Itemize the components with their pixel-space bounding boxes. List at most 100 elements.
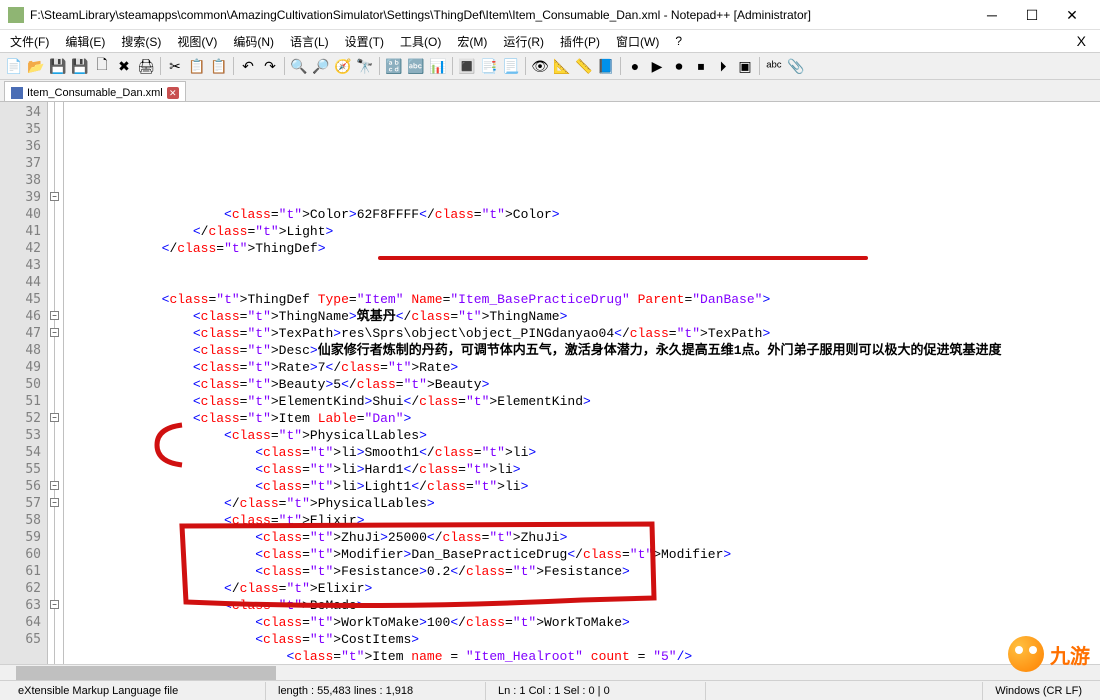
toolbar-button[interactable]: ● [625,56,645,76]
toolbar-button[interactable]: ⏵ [713,56,733,76]
fold-toggle[interactable]: − [50,311,59,320]
code-line[interactable]: <class="t">li>Light1</class="t">li> [68,478,1100,495]
code-line[interactable]: <class="t">Color>62F8FFFF</class="t">Col… [68,206,1100,223]
toolbar-button[interactable]: 📐 [552,56,572,76]
menu-window[interactable]: 窗口(W) [610,31,665,52]
tab-close-icon[interactable]: ✕ [167,87,179,99]
toolbar-button[interactable]: 📂 [26,56,46,76]
toolbar-button[interactable]: 🧭 [333,56,353,76]
toolbar: 📄📂💾💾🗋✖🖨✂📋📋↶↷🔍🔎🧭🔭🔡🔤📊🔳📑📃👁📐📏📘●▶⏺⏹⏵▣ᵃᵇᶜ📎 [0,52,1100,80]
toolbar-button[interactable]: 📋 [187,56,207,76]
code-line[interactable]: <class="t">Beauty>5</class="t">Beauty> [68,376,1100,393]
fold-toggle[interactable]: − [50,481,59,490]
code-line[interactable]: <class="t">TexPath>res\Sprs\object\objec… [68,325,1100,342]
menu-view[interactable]: 视图(V) [171,31,223,52]
titlebar: F:\SteamLibrary\steamapps\common\Amazing… [0,0,1100,30]
close-button[interactable]: ✕ [1052,4,1092,26]
toolbar-button[interactable]: 📊 [428,56,448,76]
toolbar-button[interactable]: 🔎 [311,56,331,76]
code-line[interactable]: <class="t">Elixir> [68,512,1100,529]
menu-settings[interactable]: 设置(T) [339,31,390,52]
code-line[interactable]: <class="t">PhysicalLables> [68,427,1100,444]
code-line[interactable]: <class="t">ThingDef Type="Item" Name="It… [68,291,1100,308]
toolbar-button[interactable]: 🖨 [136,56,156,76]
logo-text: 九游 [1050,640,1090,669]
watermark-logo: 九游 [1008,636,1090,672]
code-line[interactable] [68,274,1100,291]
toolbar-button[interactable]: 🔳 [457,56,477,76]
menu-run[interactable]: 运行(R) [497,31,550,52]
toolbar-button[interactable]: ✖ [114,56,134,76]
code-line[interactable] [68,257,1100,274]
status-filetype: eXtensible Markup Language file [6,682,266,700]
menu-language[interactable]: 语言(L) [284,31,335,52]
fold-toggle[interactable]: − [50,498,59,507]
toolbar-button[interactable]: 🔤 [406,56,426,76]
toolbar-button[interactable]: ✂ [165,56,185,76]
toolbar-button[interactable]: 📋 [209,56,229,76]
mdi-close-icon[interactable]: X [1077,33,1096,49]
minimize-button[interactable]: ─ [972,4,1012,26]
toolbar-button[interactable]: ▣ [735,56,755,76]
fold-toggle[interactable]: − [50,600,59,609]
code-line[interactable]: <class="t">Item name = "Item_Healroot" c… [68,648,1100,665]
menu-tools[interactable]: 工具(O) [394,31,447,52]
toolbar-button[interactable]: 💾 [48,56,68,76]
fold-toggle[interactable]: − [50,413,59,422]
scrollbar-thumb[interactable] [16,666,276,680]
code-line[interactable]: <class="t">ElementKind>Shui</class="t">E… [68,393,1100,410]
code-line[interactable]: </class="t">Light> [68,223,1100,240]
menu-help[interactable]: ? [669,32,688,50]
tabbar: Item_Consumable_Dan.xml ✕ [0,80,1100,102]
code-line[interactable]: <class="t">Item Lable="Dan"> [68,410,1100,427]
toolbar-button[interactable]: 📎 [786,56,806,76]
menu-edit[interactable]: 编辑(E) [59,31,111,52]
toolbar-button[interactable]: ᵃᵇᶜ [764,56,784,76]
status-length: length : 55,483 lines : 1,918 [266,682,486,700]
toolbar-button[interactable]: 📑 [479,56,499,76]
toolbar-button[interactable]: 🔡 [384,56,404,76]
toolbar-button[interactable]: 📘 [596,56,616,76]
toolbar-button[interactable]: 💾 [70,56,90,76]
code-line[interactable]: </class="t">ThingDef> [68,240,1100,257]
toolbar-button[interactable]: 🔍 [289,56,309,76]
toolbar-button[interactable]: 🗋 [92,56,112,76]
menu-macro[interactable]: 宏(M) [451,31,493,52]
toolbar-button[interactable]: ⏹ [691,56,711,76]
fold-toggle[interactable]: − [50,192,59,201]
code-line[interactable]: <class="t">Modifier>Dan_BasePracticeDrug… [68,546,1100,563]
code-line[interactable]: <class="t">Desc>仙家修行者炼制的丹药，可调节体内五气，激活身体潜… [68,342,1100,359]
menu-plugins[interactable]: 插件(P) [554,31,606,52]
code-line[interactable]: <class="t">li>Hard1</class="t">li> [68,461,1100,478]
fold-toggle[interactable]: − [50,328,59,337]
toolbar-button[interactable]: ⏺ [669,56,689,76]
code-area[interactable]: <class="t">Color>62F8FFFF</class="t">Col… [64,102,1100,680]
menu-encoding[interactable]: 编码(N) [227,31,280,52]
tab-label: Item_Consumable_Dan.xml [27,87,163,99]
code-line[interactable]: </class="t">Elixir> [68,580,1100,597]
code-line[interactable]: <class="t">CostItems> [68,631,1100,648]
code-line[interactable]: <class="t">BeMade> [68,597,1100,614]
toolbar-button[interactable]: ▶ [647,56,667,76]
toolbar-button[interactable]: 📃 [501,56,521,76]
toolbar-button[interactable]: 📏 [574,56,594,76]
code-line[interactable]: <class="t">Fesistance>0.2</class="t">Fes… [68,563,1100,580]
toolbar-button[interactable]: ↷ [260,56,280,76]
fold-column: − − − − − − − [48,102,64,680]
code-line[interactable]: <class="t">ThingName>筑基丹</class="t">Thin… [68,308,1100,325]
menu-file[interactable]: 文件(F) [4,31,55,52]
toolbar-button[interactable]: 👁 [530,56,550,76]
code-line[interactable]: <class="t">li>Smooth1</class="t">li> [68,444,1100,461]
toolbar-button[interactable]: 📄 [4,56,24,76]
tab-file[interactable]: Item_Consumable_Dan.xml ✕ [4,81,186,101]
toolbar-button[interactable]: ↶ [238,56,258,76]
window-title: F:\SteamLibrary\steamapps\common\Amazing… [30,8,972,22]
code-line[interactable]: <class="t">WorkToMake>100</class="t">Wor… [68,614,1100,631]
menu-search[interactable]: 搜索(S) [115,31,167,52]
code-line[interactable]: <class="t">Rate>7</class="t">Rate> [68,359,1100,376]
toolbar-button[interactable]: 🔭 [355,56,375,76]
maximize-button[interactable]: ☐ [1012,4,1052,26]
code-line[interactable]: <class="t">ZhuJi>25000</class="t">ZhuJi> [68,529,1100,546]
scrollbar-horizontal[interactable] [0,664,1100,680]
code-line[interactable]: </class="t">PhysicalLables> [68,495,1100,512]
